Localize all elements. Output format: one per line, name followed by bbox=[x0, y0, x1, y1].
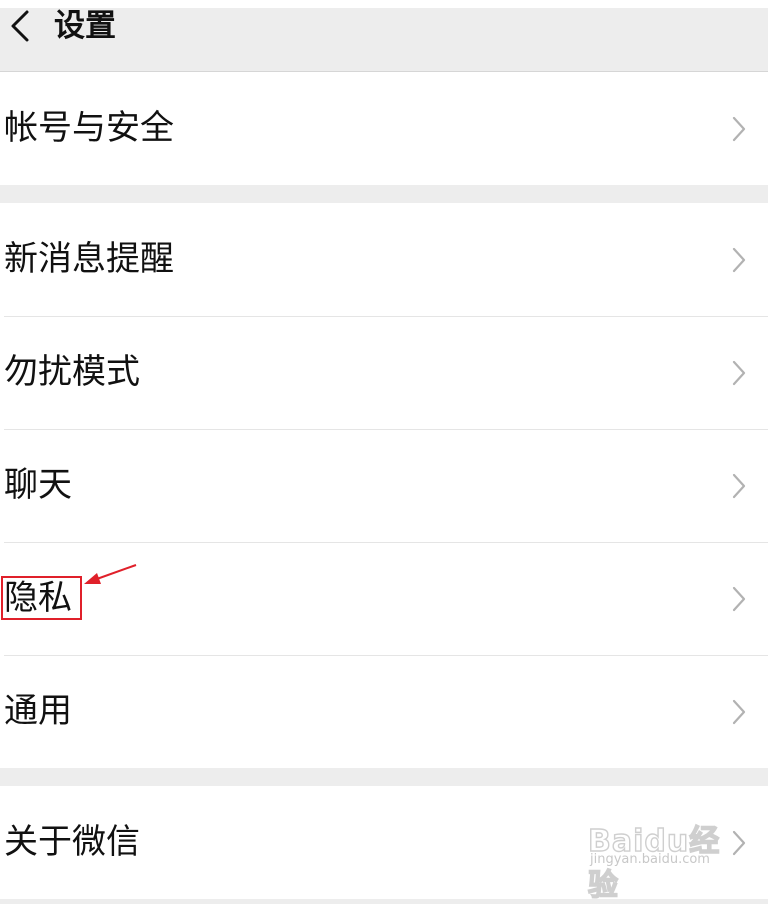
chevron-right-icon bbox=[732, 247, 746, 272]
settings-group-about: 关于微信 bbox=[0, 786, 768, 899]
chevron-right-icon bbox=[732, 360, 746, 385]
status-area bbox=[0, 0, 768, 8]
settings-item-label: 通用 bbox=[4, 691, 72, 731]
highlight-box bbox=[1, 576, 82, 620]
chevron-right-icon bbox=[732, 830, 746, 855]
chevron-left-icon bbox=[11, 10, 29, 42]
settings-item-new-message-alert[interactable]: 新消息提醒 bbox=[0, 203, 768, 316]
settings-item-account-security[interactable]: 帐号与安全 bbox=[0, 72, 768, 185]
settings-item-label: 新消息提醒 bbox=[4, 239, 174, 279]
settings-item-privacy[interactable]: 隐私 bbox=[0, 542, 768, 655]
back-button[interactable] bbox=[0, 8, 40, 44]
chevron-right-icon bbox=[732, 586, 746, 611]
settings-item-label: 聊天 bbox=[4, 465, 72, 505]
settings-item-label: 关于微信 bbox=[4, 822, 140, 862]
settings-item-do-not-disturb[interactable]: 勿扰模式 bbox=[0, 316, 768, 429]
chevron-right-icon bbox=[732, 699, 746, 724]
nav-header: 设置 bbox=[0, 8, 768, 72]
settings-group-main: 新消息提醒 勿扰模式 聊天 隐私 通用 bbox=[0, 203, 768, 768]
page-title: 设置 bbox=[54, 8, 116, 44]
settings-item-general[interactable]: 通用 bbox=[0, 655, 768, 768]
settings-item-label: 帐号与安全 bbox=[4, 108, 174, 148]
settings-group-account: 帐号与安全 bbox=[0, 72, 768, 185]
settings-item-label: 勿扰模式 bbox=[4, 352, 140, 392]
chevron-right-icon bbox=[732, 116, 746, 141]
chevron-right-icon bbox=[732, 473, 746, 498]
annotation-arrow-icon bbox=[84, 564, 137, 584]
settings-item-chat[interactable]: 聊天 bbox=[0, 429, 768, 542]
settings-item-about-wechat[interactable]: 关于微信 bbox=[0, 786, 768, 899]
